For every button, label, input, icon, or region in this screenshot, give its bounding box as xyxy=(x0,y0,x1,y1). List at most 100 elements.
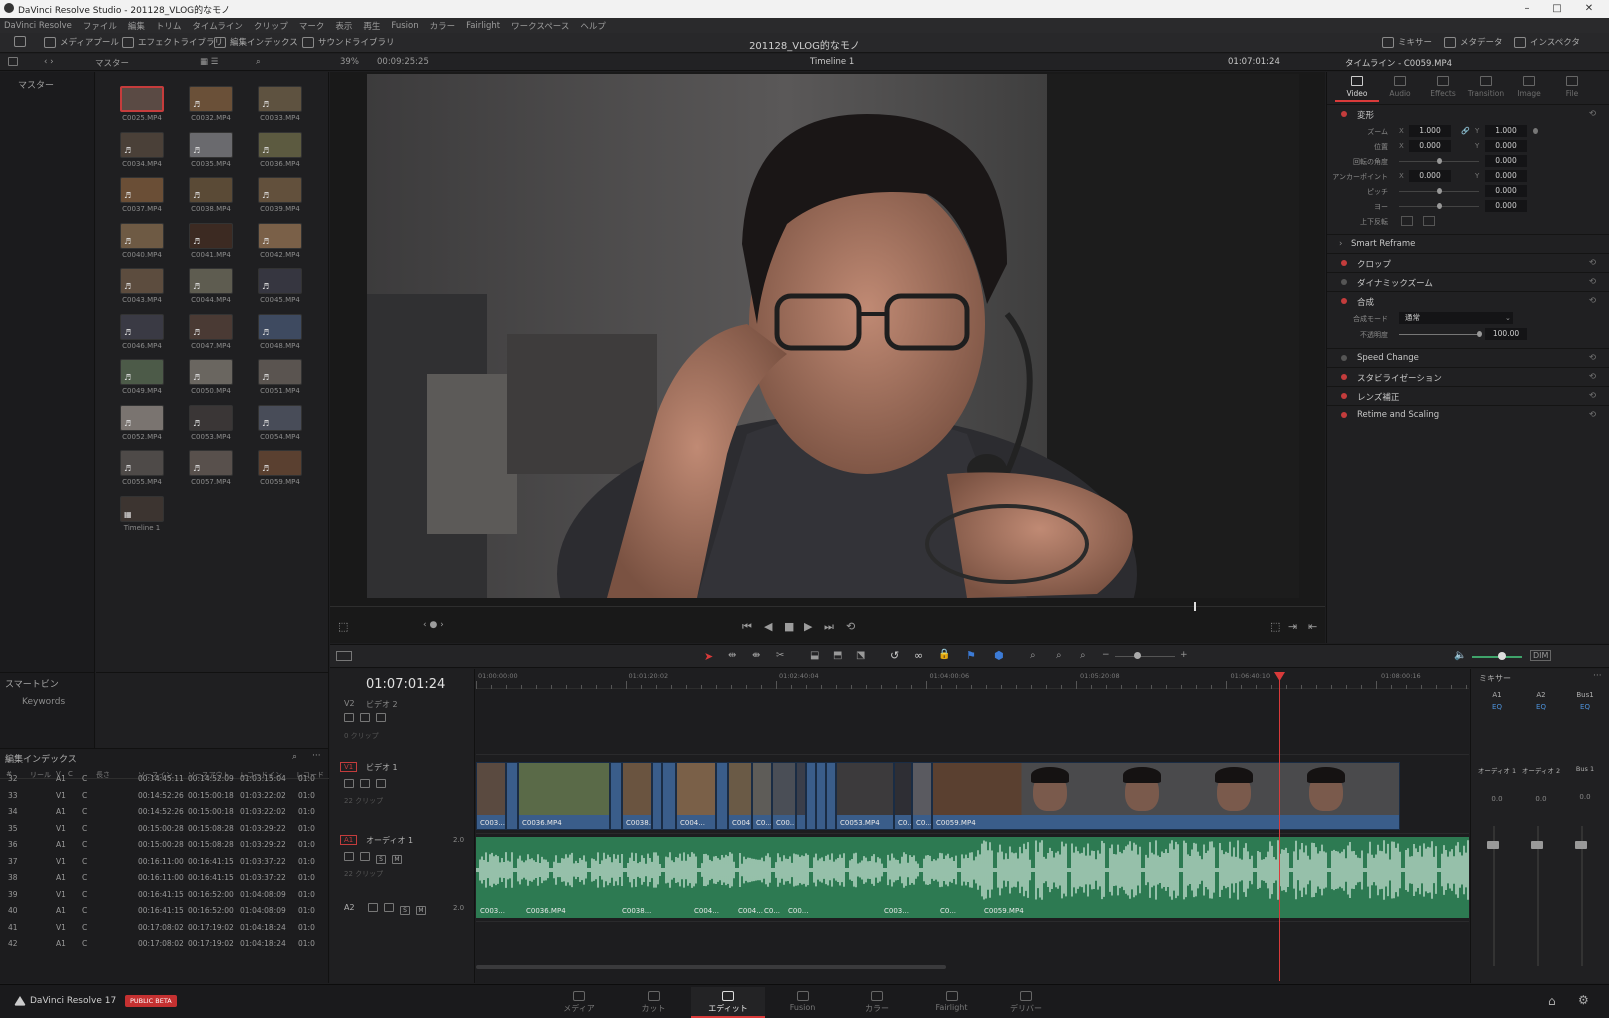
blade-tool-icon[interactable]: ✂ xyxy=(776,650,784,661)
track-visible-icon[interactable] xyxy=(376,779,386,788)
inspector-tab-image[interactable]: Image xyxy=(1509,76,1549,98)
media-pool-clip[interactable]: ♬ C0052.MP4 xyxy=(110,404,174,441)
zoom-detail-icon[interactable]: ⌕ xyxy=(1056,650,1062,661)
enable-toggle-icon[interactable] xyxy=(1341,355,1347,361)
track-name[interactable]: ビデオ 2 xyxy=(366,699,398,710)
video-clip[interactable] xyxy=(610,762,622,830)
eq-button[interactable]: EQ xyxy=(1480,703,1514,713)
volume-fader[interactable] xyxy=(1531,841,1543,849)
media-pool-clip[interactable]: ♬ C0049.MP4 xyxy=(110,359,174,395)
video-clip[interactable] xyxy=(796,762,806,830)
lens-correction-section[interactable]: レンズ補正 ⟲ xyxy=(1327,386,1609,405)
video-clip[interactable] xyxy=(716,762,728,830)
track-name[interactable]: オーディオ 1 xyxy=(366,835,413,846)
media-pool-clip[interactable]: ♬ C0038.MP4 xyxy=(179,177,243,213)
composite-mode-select[interactable]: 通常 xyxy=(1399,312,1513,324)
zoom-custom-icon[interactable]: ⌕ xyxy=(1080,650,1086,661)
workspace-icon[interactable] xyxy=(14,36,30,47)
track-id[interactable]: A2 xyxy=(344,903,355,912)
anchor-y-field[interactable]: 0.000 xyxy=(1485,170,1527,182)
page-tab[interactable]: エディット xyxy=(691,987,765,1018)
menu-item[interactable]: 再生 xyxy=(363,20,380,32)
metadata-button[interactable]: メタデータ xyxy=(1444,36,1503,48)
media-pool-clip[interactable]: ♬ C0044.MP4 xyxy=(179,268,243,304)
effects-library-button[interactable]: エフェクトライブラリ xyxy=(122,36,223,48)
mute-button[interactable]: M xyxy=(416,906,426,915)
dynamic-zoom-section[interactable]: ダイナミックズーム ⟲ xyxy=(1327,272,1609,291)
media-pool-clip[interactable]: ♬ C0055.MP4 xyxy=(110,450,174,486)
back-arrow-icon[interactable]: ‹ › xyxy=(44,57,54,67)
maximize-button[interactable]: □ xyxy=(1542,0,1572,18)
flip-vertical-icon[interactable] xyxy=(1423,216,1435,226)
menu-item[interactable]: Fusion xyxy=(391,21,418,31)
enable-toggle-icon[interactable] xyxy=(1341,298,1347,304)
menu-item[interactable]: 表示 xyxy=(335,20,352,32)
media-pool-clip[interactable]: ♬ C0036.MP4 xyxy=(248,131,312,168)
table-row[interactable]: 34 A1 C 00:14:52:26 00:15:00:18 01:03:22:02 01… xyxy=(0,804,329,821)
table-row[interactable]: 38 A1 C 00:16:11:00 00:16:41:15 01:03:37:22 01… xyxy=(0,870,329,887)
transform-section[interactable]: 変形 ⟲ xyxy=(1327,104,1609,123)
media-pool-clip[interactable]: ♬ C0046.MP4 xyxy=(110,313,174,350)
lock-icon[interactable]: 🔒 xyxy=(938,649,950,660)
inspector-tab-video[interactable]: Video xyxy=(1337,76,1377,98)
link-icon[interactable]: 🔗 xyxy=(1461,127,1470,135)
mute-button[interactable]: M xyxy=(392,855,402,864)
more-options-icon[interactable]: ··· xyxy=(312,751,321,761)
video-frame[interactable] xyxy=(367,74,1299,598)
media-pool-clip[interactable]: ♬ C0039.MP4 xyxy=(248,177,312,213)
enable-toggle-icon[interactable] xyxy=(1341,260,1347,266)
media-pool-clip[interactable]: ♬ C0054.MP4 xyxy=(248,404,312,441)
volume-slider[interactable] xyxy=(1472,656,1522,658)
gear-icon[interactable]: ⚙ xyxy=(1578,993,1589,1007)
composite-section[interactable]: 合成 ⟲ xyxy=(1327,291,1609,310)
video-clip[interactable]: C004... xyxy=(728,762,752,830)
video-clip[interactable] xyxy=(652,762,662,830)
auto-select-icon[interactable] xyxy=(384,903,394,912)
position-x-field[interactable]: 0.000 xyxy=(1409,140,1451,152)
play-reverse-icon[interactable]: ◀ xyxy=(764,620,772,633)
track-name[interactable]: ビデオ 1 xyxy=(366,762,398,773)
next-edit-icon[interactable]: ⇥ xyxy=(1288,620,1297,633)
video-clip[interactable]: C0059.MP4 xyxy=(932,762,1400,830)
marker-icon[interactable]: ⬢ xyxy=(994,649,1004,662)
position-y-field[interactable]: 0.000 xyxy=(1485,140,1527,152)
menu-item[interactable]: マーク xyxy=(299,20,325,32)
dim-button[interactable]: DIM xyxy=(1530,650,1552,661)
media-pool-clip[interactable]: ♬ C0043.MP4 xyxy=(110,268,174,304)
stop-icon[interactable]: ■ xyxy=(784,620,794,633)
pitch-field[interactable]: 0.000 xyxy=(1485,185,1527,197)
more-options-icon[interactable]: ··· xyxy=(1593,671,1602,681)
speaker-icon[interactable]: 🔈 xyxy=(1454,650,1466,661)
media-pool-clip[interactable]: ♬ C0032.MP4 xyxy=(179,86,243,122)
enable-toggle-icon[interactable] xyxy=(1341,374,1347,380)
jog-control-icon[interactable]: ‹ ● › xyxy=(423,620,444,630)
opacity-field[interactable]: 100.00 xyxy=(1485,328,1527,340)
table-row[interactable]: 33 V1 C 00:14:52:26 00:15:00:18 01:03:22:02 01… xyxy=(0,788,329,805)
home-icon[interactable]: ⌂ xyxy=(1548,994,1556,1008)
table-row[interactable]: 32 A1 C 00:14:45:11 00:14:52:09 01:03:15:04 01… xyxy=(0,771,329,788)
audio-clips[interactable]: C003... C0036.MP4 C0038... C004... C004... C0… xyxy=(476,837,1469,918)
viewer-options-icon[interactable]: ⬚ xyxy=(338,620,348,633)
solo-button[interactable]: S xyxy=(400,906,410,915)
menu-item[interactable]: ワークスペース xyxy=(511,20,569,32)
sound-library-button[interactable]: サウンドライブラリ xyxy=(302,36,395,48)
video-clip[interactable]: C00... xyxy=(772,762,796,830)
inspector-tab-transition[interactable]: Transition xyxy=(1466,76,1506,98)
media-pool-clip[interactable]: ♬ C0033.MP4 xyxy=(248,86,312,122)
flag-icon[interactable]: ⚑ xyxy=(966,649,976,662)
lock-icon[interactable] xyxy=(368,903,378,912)
media-pool-clip[interactable]: ♬ C0040.MP4 xyxy=(110,222,174,259)
menu-item[interactable]: カラー xyxy=(430,20,456,32)
viewer-zoom[interactable]: 39% xyxy=(340,57,359,67)
reset-icon[interactable]: ⟲ xyxy=(1589,410,1596,420)
timeline-tracks[interactable]: C003...C0036.MP4C0038...C004...C004...C0… xyxy=(476,689,1469,983)
video-clip[interactable] xyxy=(806,762,816,830)
video-clip[interactable]: C0053.MP4 xyxy=(836,762,894,830)
lock-icon[interactable] xyxy=(344,852,354,861)
menu-item[interactable]: ヘルプ xyxy=(580,20,606,32)
page-tab[interactable]: カラー xyxy=(840,987,914,1018)
timeline-zoom-knob[interactable] xyxy=(1134,652,1141,659)
menu-item[interactable]: DaVinci Resolve xyxy=(4,21,72,31)
media-pool-clip[interactable]: ♬ C0035.MP4 xyxy=(179,131,243,168)
yaw-slider-knob[interactable] xyxy=(1437,203,1442,209)
